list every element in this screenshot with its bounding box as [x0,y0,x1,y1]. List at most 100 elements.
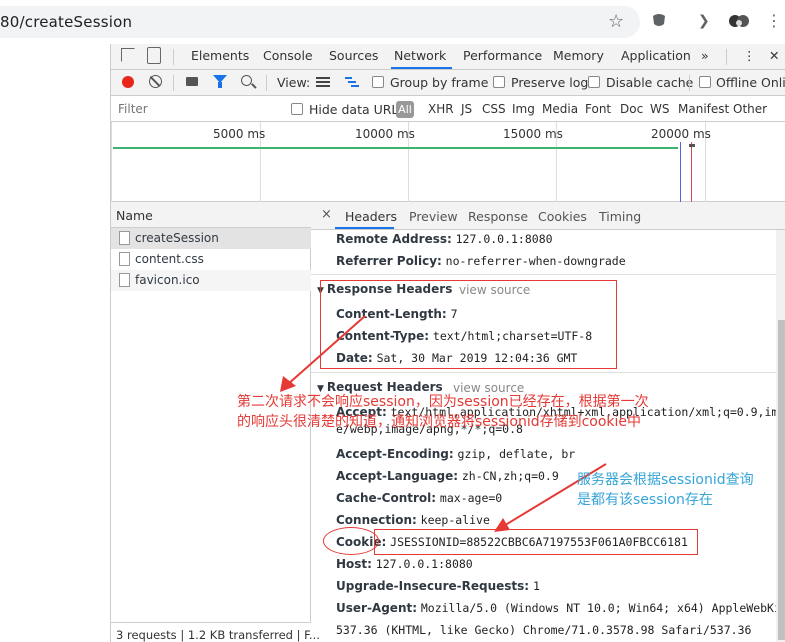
timeline-overview[interactable]: 5000 ms 10000 ms 15000 ms 20000 ms [111,122,785,202]
header-user-agent-cont: 537.36 (KHTML, like Gecko) Chrome/71.0.3… [336,623,752,637]
more-tabs-icon[interactable]: » [701,48,709,63]
header-remote-address: Remote Address: 127.0.0.1:8080 [336,232,553,246]
domcontentloaded-marker [680,142,681,202]
request-row-createsession[interactable]: createSession [111,228,311,249]
header-accept-encoding: Accept-Encoding: gzip, deflate, br [336,447,576,461]
divider [173,75,174,91]
avatar[interactable] [728,11,750,31]
header-referrer-policy: Referrer Policy: no-referrer-when-downgr… [336,254,626,268]
url-text[interactable]: 80/createSession [0,13,132,31]
tab-timing[interactable]: Timing [599,209,641,224]
tab-network[interactable]: Network [394,48,446,63]
red-annotation-line2: 的响应头很清楚的知道，通知浏览器将sessionid存储到cookie中 [237,414,642,430]
device-toolbar-icon[interactable] [147,47,161,64]
tick-label: 20000 ms [651,127,711,141]
file-icon [119,273,130,287]
filter-input[interactable] [113,99,278,119]
tab-console[interactable]: Console [263,48,313,63]
header-cache-control: Cache-Control: max-age=0 [336,491,503,505]
blue-annotation-line1: 服务器会根据sessionid查询 [577,472,754,488]
detail-tabbar: × Headers Preview Response Cookies Timin… [311,202,785,230]
filter-all-button[interactable]: All [396,101,414,118]
capture-screenshots-icon[interactable] [186,77,198,86]
search-icon[interactable] [241,75,252,86]
browser-address-bar: 80/createSession ☆ ❯ ⋮ [0,0,785,44]
filter-font[interactable]: Font [585,102,611,116]
network-toolbar: View: Group by frame Preserve log Disabl… [111,70,785,96]
header-host: Host: 127.0.0.1:8080 [336,557,473,571]
divider [266,75,267,91]
filter-css[interactable]: CSS [482,102,506,116]
tab-response[interactable]: Response [468,209,528,224]
filter-img[interactable]: Img [512,102,535,116]
divider [726,49,727,65]
tick-label: 5000 ms [213,127,266,141]
tab-preview[interactable]: Preview [409,209,458,224]
filter-icon-stem [218,82,222,88]
request-headers-section[interactable]: ▼ Request Headers [317,380,443,394]
cookie-key-highlight [323,527,379,555]
filter-doc[interactable]: Doc [620,102,643,116]
tick-label: 15000 ms [503,127,563,141]
tab-headers[interactable]: Headers [345,209,397,224]
preserve-log-label: Preserve log [511,75,589,90]
clear-icon[interactable] [149,75,162,88]
filter-other[interactable]: Other [733,102,767,116]
tab-memory[interactable]: Memory [553,48,604,63]
inspect-element-icon[interactable] [121,48,135,62]
page-content [0,44,110,642]
response-headers-highlight [320,280,617,369]
devtools-menu-icon[interactable]: ⋮ [743,48,756,63]
divider [689,75,690,91]
request-row-favicon[interactable]: favicon.ico [111,270,311,291]
load-marker [691,142,692,202]
view-label: View: [277,75,311,90]
tab-performance[interactable]: Performance [463,48,542,63]
cookie-value-highlight [374,529,698,555]
status-bar: 3 requests | 1.2 KB transferred | F... [111,622,320,642]
request-name: createSession [135,231,219,245]
divider [311,372,776,373]
preserve-log-checkbox[interactable] [493,76,505,88]
document-icon [119,231,130,245]
close-details-icon[interactable]: × [321,207,332,222]
filter-media[interactable]: Media [542,102,578,116]
filter-js[interactable]: JS [461,102,472,116]
hide-data-urls-checkbox[interactable] [291,103,303,115]
more-menu-icon[interactable]: ⋮ [766,11,782,30]
tick-line [111,122,112,202]
header-accept-language: Accept-Language: zh-CN,zh;q=0.9 [336,469,559,483]
scrollbar-thumb[interactable] [778,320,785,640]
filter-ws[interactable]: WS [650,102,669,116]
large-rows-icon[interactable] [316,77,330,87]
chevron-extension-icon[interactable]: ❯ [698,13,710,29]
record-icon[interactable] [122,76,134,88]
offline-checkbox[interactable] [699,76,711,88]
filter-manifest[interactable]: Manifest [678,102,729,116]
close-devtools-icon[interactable]: ✕ [769,48,779,63]
file-icon [119,252,130,266]
tick-label: 10000 ms [355,127,415,141]
group-by-frame-label: Group by frame [390,75,489,90]
name-column-header[interactable]: Name [111,202,311,228]
request-row-content-css[interactable]: content.css [111,249,311,270]
tab-elements[interactable]: Elements [191,48,249,63]
disable-cache-label: Disable cache [606,75,694,90]
extension-icon[interactable] [650,11,668,29]
offline-label: Offline [716,75,758,90]
request-name: favicon.ico [135,273,200,287]
request-bar [689,144,695,147]
tab-cookies[interactable]: Cookies [538,209,587,224]
disable-cache-checkbox[interactable] [588,76,600,88]
tab-sources[interactable]: Sources [329,48,378,63]
waterfall-icon[interactable] [345,76,359,88]
filter-xhr[interactable]: XHR [428,102,454,116]
blue-annotation-line2: 是都有该session存在 [577,492,713,508]
group-by-frame-checkbox[interactable] [372,76,384,88]
header-upgrade-insecure: Upgrade-Insecure-Requests: 1 [336,579,540,593]
header-user-agent: User-Agent: Mozilla/5.0 (Windows NT 10.0… [336,601,785,615]
divider [311,274,776,275]
tab-application[interactable]: Application [621,48,691,63]
bookmark-star-icon[interactable]: ☆ [608,11,624,32]
throttling-select[interactable]: Onlin [761,75,785,90]
